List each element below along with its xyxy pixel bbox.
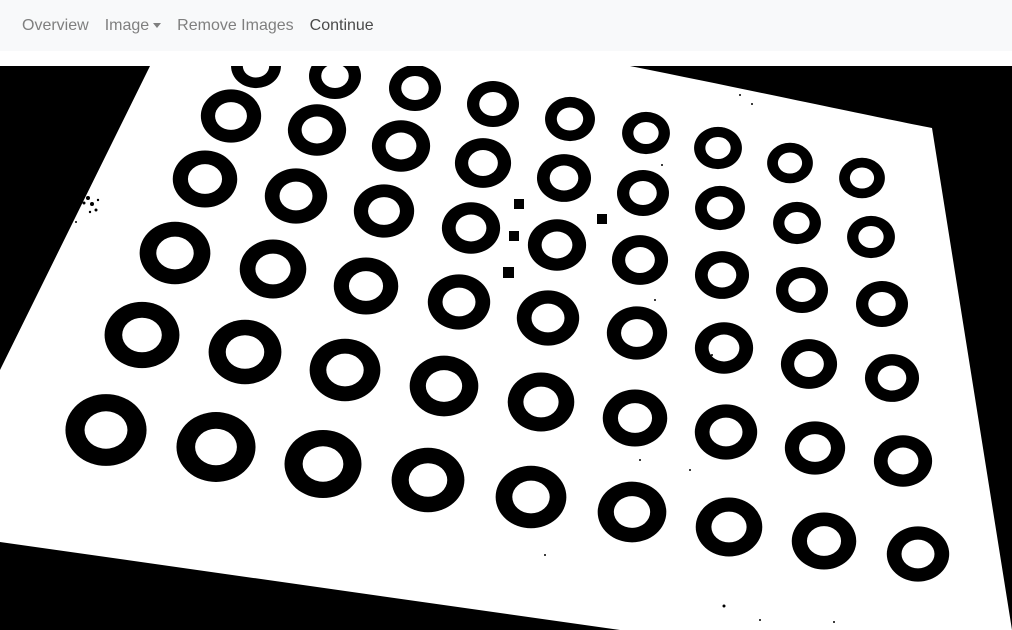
ring-hole [401, 76, 429, 100]
ring-hole [629, 181, 657, 205]
ring-hole [385, 132, 417, 160]
calibration-image-view[interactable] [0, 66, 1012, 630]
ring-hole [512, 480, 550, 514]
ring-hole [122, 317, 162, 353]
ring-hole [523, 386, 559, 418]
ring-hole [877, 365, 907, 391]
ring-hole [549, 165, 579, 191]
ring-hole [442, 287, 476, 317]
ring-hole [479, 92, 507, 116]
ring-hole [613, 496, 651, 528]
ring-hole [633, 121, 659, 145]
ring-hole [255, 253, 291, 285]
caret-down-icon [153, 23, 162, 28]
ring-hole [858, 225, 884, 249]
ring-hole [455, 214, 487, 242]
nav-image-dropdown[interactable]: Image [104, 16, 162, 35]
ring-hole [777, 152, 803, 174]
ring-hole [849, 167, 875, 189]
ring-hole [348, 271, 384, 301]
ring-hole [887, 447, 919, 475]
marker-square [597, 214, 607, 224]
ring-hole [799, 434, 831, 462]
ring-hole [215, 102, 247, 130]
ring-hole [901, 539, 935, 569]
ring-hole [788, 278, 816, 302]
calibration-image [0, 66, 1012, 630]
ring-hole [556, 107, 584, 131]
marker-square [514, 199, 524, 209]
ring-hole [408, 463, 448, 497]
ring-hole [784, 211, 810, 235]
nav-continue[interactable]: Continue [310, 17, 374, 35]
ring-hole [531, 303, 565, 333]
ring-hole [707, 262, 737, 288]
ring-hole [706, 196, 734, 220]
ring-hole [195, 428, 237, 466]
ring-hole [711, 511, 747, 543]
ring-hole [302, 446, 344, 482]
marker-square [509, 231, 519, 241]
ring-hole [279, 181, 313, 211]
top-navbar: Overview Image Remove Images Continue [0, 0, 1012, 51]
nav-image-label: Image [104, 16, 150, 34]
ring-hole [156, 236, 194, 270]
ring-hole [225, 335, 265, 369]
ring-hole [806, 526, 842, 556]
ring-hole [301, 116, 333, 144]
ring-hole [868, 292, 896, 316]
ring-hole [709, 417, 743, 447]
ring-hole [425, 370, 463, 402]
ring-hole [617, 403, 653, 433]
ring-hole [541, 231, 573, 259]
nav-overview[interactable]: Overview [22, 17, 89, 35]
ring-hole [368, 197, 400, 225]
ring-hole [187, 164, 223, 194]
ring-hole [621, 319, 653, 347]
ring-hole [705, 136, 731, 160]
ring-hole [326, 353, 364, 387]
ring-hole [625, 247, 655, 273]
marker-square [503, 267, 514, 278]
ring-hole [794, 351, 824, 377]
ring-hole [708, 334, 740, 362]
ring-hole [84, 411, 128, 449]
ring-hole [468, 150, 498, 176]
nav-remove-images[interactable]: Remove Images [177, 17, 294, 35]
